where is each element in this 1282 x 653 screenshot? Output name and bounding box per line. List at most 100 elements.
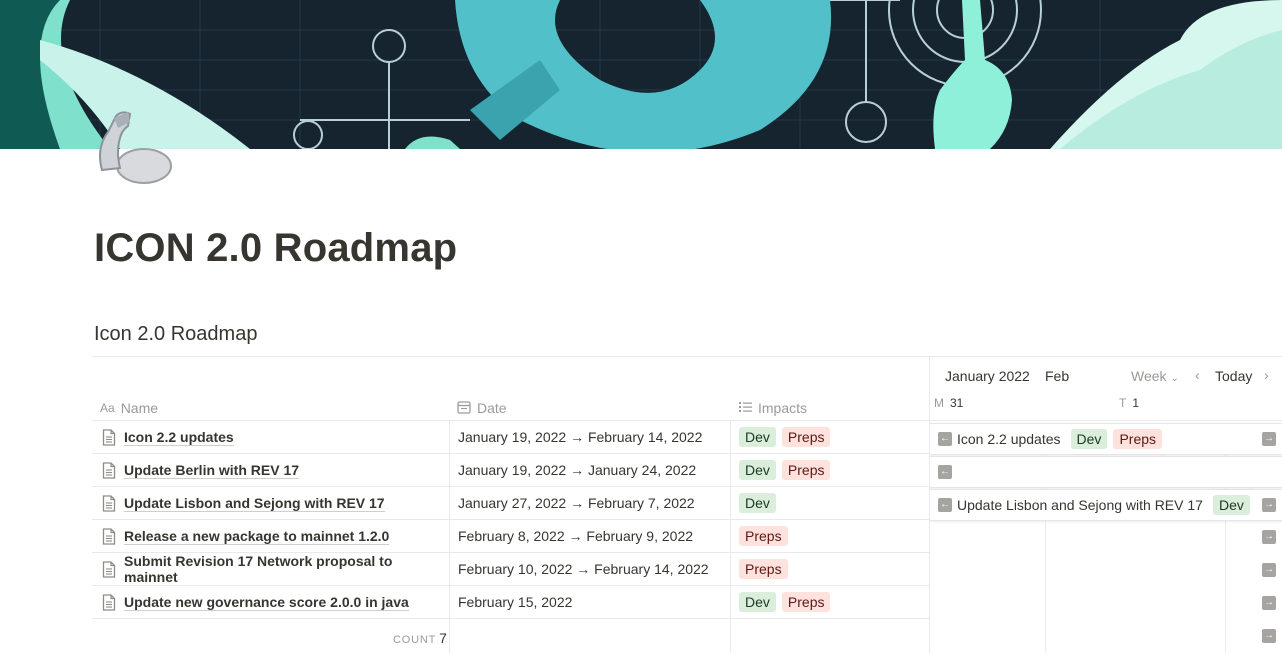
timeline-view: January 2022 Feb Week ⌄ ‹ Today › M 31 T1… bbox=[929, 356, 1282, 653]
arrow-right-icon[interactable]: → bbox=[1262, 596, 1276, 610]
timeline-item[interactable]: ← Icon 2.2 updates Dev Preps → bbox=[930, 423, 1282, 455]
row-name[interactable]: Update Lisbon and Sejong with REV 17 bbox=[124, 495, 385, 512]
impact-tag: Dev bbox=[739, 427, 776, 447]
row-name[interactable]: Submit Revision 17 Network proposal to m… bbox=[124, 553, 448, 586]
page-title: ICON 2.0 Roadmap bbox=[94, 226, 458, 270]
timeline-item-content: Update Lisbon and Sejong with REV 17 Dev bbox=[957, 495, 1250, 515]
chevron-right-icon[interactable]: › bbox=[1264, 367, 1269, 383]
day-number: 1 bbox=[1132, 396, 1140, 410]
day-letter: M bbox=[934, 396, 944, 410]
column-header-date[interactable]: Date bbox=[457, 396, 507, 420]
impact-tag: Preps bbox=[781, 427, 831, 447]
day-number: 31 bbox=[950, 396, 964, 410]
chevron-left-icon[interactable]: ‹ bbox=[1195, 367, 1200, 383]
timeline-item[interactable]: ← bbox=[930, 456, 1282, 488]
timeline-next-month: Feb bbox=[1045, 368, 1070, 384]
page-icon[interactable] bbox=[94, 108, 174, 186]
impact-tag: Dev bbox=[739, 592, 776, 612]
arrow-right-icon[interactable]: → bbox=[1262, 432, 1276, 446]
arrow-left-icon[interactable]: ← bbox=[938, 465, 952, 479]
impact-tag: Dev bbox=[739, 460, 776, 480]
timeline-item-name: Icon 2.2 updates bbox=[957, 431, 1061, 447]
count-label: COUNT bbox=[393, 634, 437, 646]
page-icon bbox=[102, 461, 116, 479]
timeline-day: M 31 bbox=[934, 396, 963, 410]
name-cell[interactable]: Icon 2.2 updates bbox=[102, 421, 448, 453]
database-table: Aa Name Date Impacts Icon 2.2 updates Ja… bbox=[92, 356, 930, 653]
column-header-name[interactable]: Aa Name bbox=[100, 396, 158, 420]
page-icon bbox=[102, 527, 116, 545]
page-icon bbox=[102, 560, 116, 578]
table-row[interactable]: Release a new package to mainnet 1.2.0 F… bbox=[92, 520, 930, 553]
page-icon bbox=[102, 428, 116, 446]
impact-tag: Preps bbox=[739, 559, 788, 579]
date-cell[interactable]: February 8, 2022 → February 9, 2022 bbox=[458, 520, 730, 552]
date-cell[interactable]: January 19, 2022 → January 24, 2022 bbox=[458, 454, 730, 486]
column-header-label: Impacts bbox=[758, 400, 808, 416]
name-cell[interactable]: Submit Revision 17 Network proposal to m… bbox=[102, 553, 448, 586]
table-row[interactable]: Update new governance score 2.0.0 in jav… bbox=[92, 586, 930, 619]
timeline-day: T1 bbox=[1119, 396, 1139, 410]
impacts-cell[interactable]: Dev Preps bbox=[739, 454, 929, 486]
calendar-icon bbox=[457, 400, 471, 417]
impact-tag: Preps bbox=[739, 526, 788, 546]
impacts-cell[interactable]: Dev Preps bbox=[739, 586, 929, 618]
table-row[interactable]: Submit Revision 17 Network proposal to m… bbox=[92, 553, 930, 586]
impact-tag: Preps bbox=[781, 460, 831, 480]
name-cell[interactable]: Update new governance score 2.0.0 in jav… bbox=[102, 586, 448, 618]
page-icon bbox=[102, 494, 116, 512]
column-header-impacts[interactable]: Impacts bbox=[739, 396, 807, 420]
row-divider bbox=[92, 618, 930, 619]
impact-tag: Dev bbox=[1070, 429, 1108, 449]
date-cell[interactable]: February 15, 2022 bbox=[458, 586, 730, 618]
table-row[interactable]: Update Lisbon and Sejong with REV 17 Jan… bbox=[92, 487, 930, 520]
row-name[interactable]: Update new governance score 2.0.0 in jav… bbox=[124, 594, 409, 611]
table-row[interactable]: Update Berlin with REV 17 January 19, 20… bbox=[92, 454, 930, 487]
cover-illustration bbox=[0, 0, 1282, 149]
arrow-left-icon[interactable]: ← bbox=[938, 498, 952, 512]
timeline-header-divider bbox=[930, 420, 1282, 421]
count-value: 7 bbox=[439, 630, 447, 646]
timeline-item-tags: Dev bbox=[1212, 495, 1250, 515]
impacts-cell[interactable]: Preps bbox=[739, 520, 929, 552]
date-cell[interactable]: January 27, 2022 → February 7, 2022 bbox=[458, 487, 730, 519]
list-icon bbox=[739, 401, 752, 416]
arrow-right-icon[interactable]: → bbox=[1262, 530, 1276, 544]
impact-tag: Dev bbox=[739, 493, 776, 513]
text-aa-icon: Aa bbox=[100, 401, 115, 415]
name-cell[interactable]: Update Lisbon and Sejong with REV 17 bbox=[102, 487, 448, 519]
table-row[interactable]: Icon 2.2 updates January 19, 2022 → Febr… bbox=[92, 421, 930, 454]
timeline-item-content: Icon 2.2 updates Dev Preps bbox=[957, 429, 1163, 449]
arrow-right-icon[interactable]: → bbox=[1262, 563, 1276, 577]
date-cell[interactable]: January 19, 2022 → February 14, 2022 bbox=[458, 421, 730, 453]
arrow-right-icon[interactable]: → bbox=[1262, 498, 1276, 512]
timeline-item-tags: Dev Preps bbox=[1070, 429, 1163, 449]
timeline-view-select[interactable]: Week ⌄ bbox=[1131, 368, 1179, 384]
timeline-month: January 2022 bbox=[945, 368, 1030, 384]
impacts-cell[interactable]: Dev bbox=[739, 487, 929, 519]
day-letter: T bbox=[1119, 396, 1127, 410]
column-header-label: Name bbox=[120, 400, 159, 416]
today-button[interactable]: Today bbox=[1215, 368, 1252, 384]
row-name[interactable]: Update Berlin with REV 17 bbox=[124, 462, 300, 479]
page-icon bbox=[102, 593, 116, 611]
timeline-item-name: Update Lisbon and Sejong with REV 17 bbox=[957, 497, 1203, 513]
row-name[interactable]: Icon 2.2 updates bbox=[124, 429, 234, 446]
name-cell[interactable]: Release a new package to mainnet 1.2.0 bbox=[102, 520, 448, 552]
date-cell[interactable]: February 10, 2022 → February 14, 2022 bbox=[458, 553, 730, 585]
cover-image[interactable] bbox=[0, 0, 1282, 149]
impacts-cell[interactable]: Dev Preps bbox=[739, 421, 929, 453]
database-title[interactable]: Icon 2.0 Roadmap bbox=[94, 323, 257, 346]
arrow-left-icon[interactable]: ← bbox=[938, 432, 952, 446]
arrow-right-icon[interactable]: → bbox=[1262, 629, 1276, 643]
row-name[interactable]: Release a new package to mainnet 1.2.0 bbox=[124, 528, 390, 545]
impact-tag: Preps bbox=[781, 592, 831, 612]
count-footer[interactable]: COUNT 7 bbox=[393, 630, 447, 646]
name-cell[interactable]: Update Berlin with REV 17 bbox=[102, 454, 448, 486]
impact-tag: Dev bbox=[1212, 495, 1250, 515]
chevron-down-icon: ⌄ bbox=[1170, 373, 1179, 384]
impacts-cell[interactable]: Preps bbox=[739, 553, 929, 585]
impact-tag: Preps bbox=[1113, 429, 1163, 449]
column-header-label: Date bbox=[477, 400, 507, 416]
timeline-item[interactable]: ← Update Lisbon and Sejong with REV 17 D… bbox=[930, 489, 1282, 521]
